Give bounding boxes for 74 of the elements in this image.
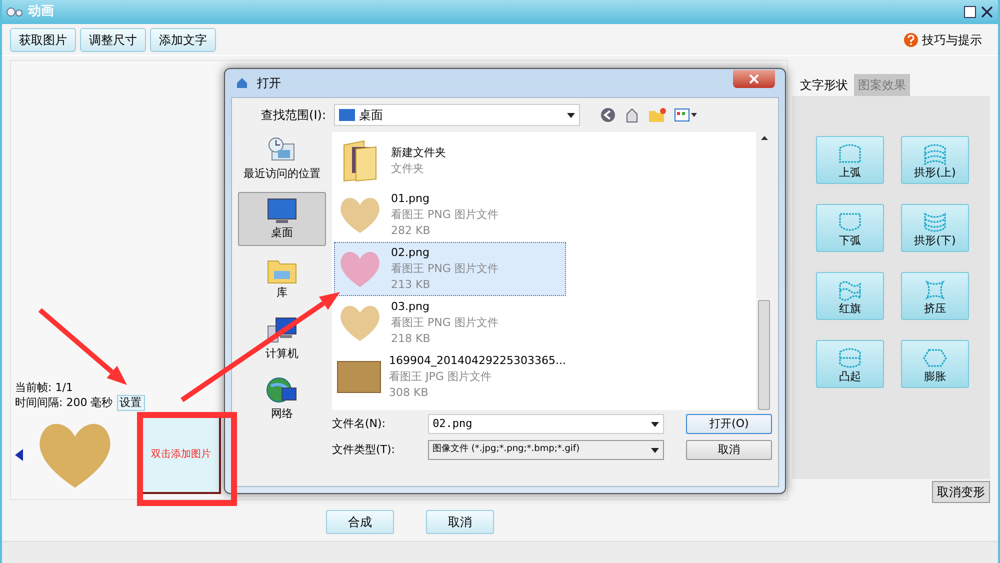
- dialog-icon: [235, 76, 249, 90]
- file-type: 看图王 JPG 图片文件: [389, 369, 492, 385]
- file-name: 03.png: [391, 299, 430, 315]
- toolbar-button[interactable]: 调整尺寸: [80, 28, 146, 52]
- maximize-button[interactable]: [964, 6, 976, 18]
- file-item[interactable]: 03.png 看图王 PNG 图片文件 218 KB: [334, 296, 566, 350]
- file-name: 新建文件夹: [391, 145, 446, 161]
- filetype-label: 文件类型(T):: [332, 442, 396, 458]
- file-item[interactable]: 01.png 看图王 PNG 图片文件 282 KB: [334, 188, 566, 242]
- scroll-up-icon[interactable]: [760, 136, 768, 140]
- file-type: 看图王 PNG 图片文件: [391, 207, 498, 223]
- shape-button[interactable]: 红旗: [816, 272, 884, 320]
- cancel-transform-button[interactable]: 取消变形: [932, 481, 990, 503]
- gears-icon: [6, 6, 24, 18]
- file-type: 看图王 PNG 图片文件: [391, 315, 498, 331]
- look-in-label: 查找范围(I):: [260, 107, 326, 124]
- dialog-title: 打开: [257, 75, 281, 92]
- tips-link[interactable]: 技巧与提示: [922, 30, 982, 48]
- file-name: 02.png: [391, 245, 430, 261]
- scroll-thumb[interactable]: [758, 300, 770, 410]
- toolbar-button[interactable]: 获取图片: [10, 28, 76, 52]
- file-size: 213 KB: [391, 277, 432, 293]
- filetype-dropdown[interactable]: 图像文件 (*.jpg;*.png;*.bmp;*.gif): [428, 440, 664, 460]
- cancel-button[interactable]: 取消: [686, 440, 772, 460]
- shape-button[interactable]: 上弧: [816, 136, 884, 184]
- file-size: 282 KB: [391, 223, 432, 239]
- file-item[interactable]: 新建文件夹 文件夹: [334, 134, 566, 188]
- place-item[interactable]: 计算机: [238, 312, 326, 366]
- place-item[interactable]: 网络: [238, 372, 326, 426]
- photo-placeholder: [337, 361, 381, 393]
- place-item[interactable]: 库: [238, 252, 326, 306]
- file-type: 看图王 PNG 图片文件: [391, 261, 498, 277]
- dropdown-caret-icon: [651, 422, 660, 426]
- heart-thumbnail: [338, 195, 382, 235]
- close-button[interactable]: [733, 70, 775, 88]
- close-icon: [749, 74, 759, 84]
- help-icon: [904, 32, 918, 46]
- shape-button[interactable]: 膨胀: [901, 340, 969, 388]
- dropdown-caret-icon: [567, 112, 575, 118]
- window-title: 动画: [28, 3, 54, 22]
- footer-button[interactable]: 取消: [426, 510, 494, 534]
- filename-label: 文件名(N):: [332, 416, 387, 432]
- monitor-icon: [266, 196, 298, 225]
- current-frame-text: 当前帧: 1/1: [15, 381, 73, 395]
- shape-button[interactable]: 挤压: [901, 272, 969, 320]
- shape-button[interactable]: 拱形(上): [901, 136, 969, 184]
- view-menu-icon[interactable]: [674, 108, 698, 122]
- monitor-icon: [339, 109, 355, 121]
- close-button[interactable]: [980, 5, 994, 19]
- file-name: 01.png: [391, 191, 430, 207]
- file-size: 308 KB: [389, 385, 430, 401]
- dropdown-caret-icon: [651, 448, 660, 452]
- interval-text: 时间间隔: 200 毫秒: [15, 396, 113, 410]
- place-item[interactable]: 最近访问的位置: [238, 132, 326, 186]
- left-arrow-icon[interactable]: [15, 449, 23, 461]
- filename-field[interactable]: 02.png: [428, 414, 664, 434]
- settings-button[interactable]: 设置: [116, 395, 145, 411]
- file-item[interactable]: 02.png 看图王 PNG 图片文件 213 KB: [334, 242, 566, 296]
- shape-button[interactable]: 凸起: [816, 340, 884, 388]
- look-in-dropdown[interactable]: 桌面: [334, 104, 580, 126]
- shape-button[interactable]: 拱形(下): [901, 204, 969, 252]
- new-folder-icon[interactable]: [648, 107, 666, 123]
- file-size: 218 KB: [391, 331, 432, 347]
- footer-button[interactable]: 合成: [326, 510, 394, 534]
- file-item[interactable]: 169904_20140429225303365... 看图王 JPG 图片文件 308 KB: [334, 350, 566, 404]
- place-item[interactable]: 桌面: [238, 192, 326, 246]
- shape-button[interactable]: 下弧: [816, 204, 884, 252]
- file-type: 文件夹: [391, 161, 425, 177]
- heart-thumbnail: [338, 303, 382, 343]
- heart-thumbnail: [338, 249, 382, 289]
- open-button[interactable]: 打开(O): [686, 414, 772, 434]
- toolbar-button[interactable]: 添加文字: [150, 28, 216, 52]
- file-name: 169904_20140429225303365...: [389, 353, 566, 369]
- back-icon[interactable]: [600, 107, 616, 123]
